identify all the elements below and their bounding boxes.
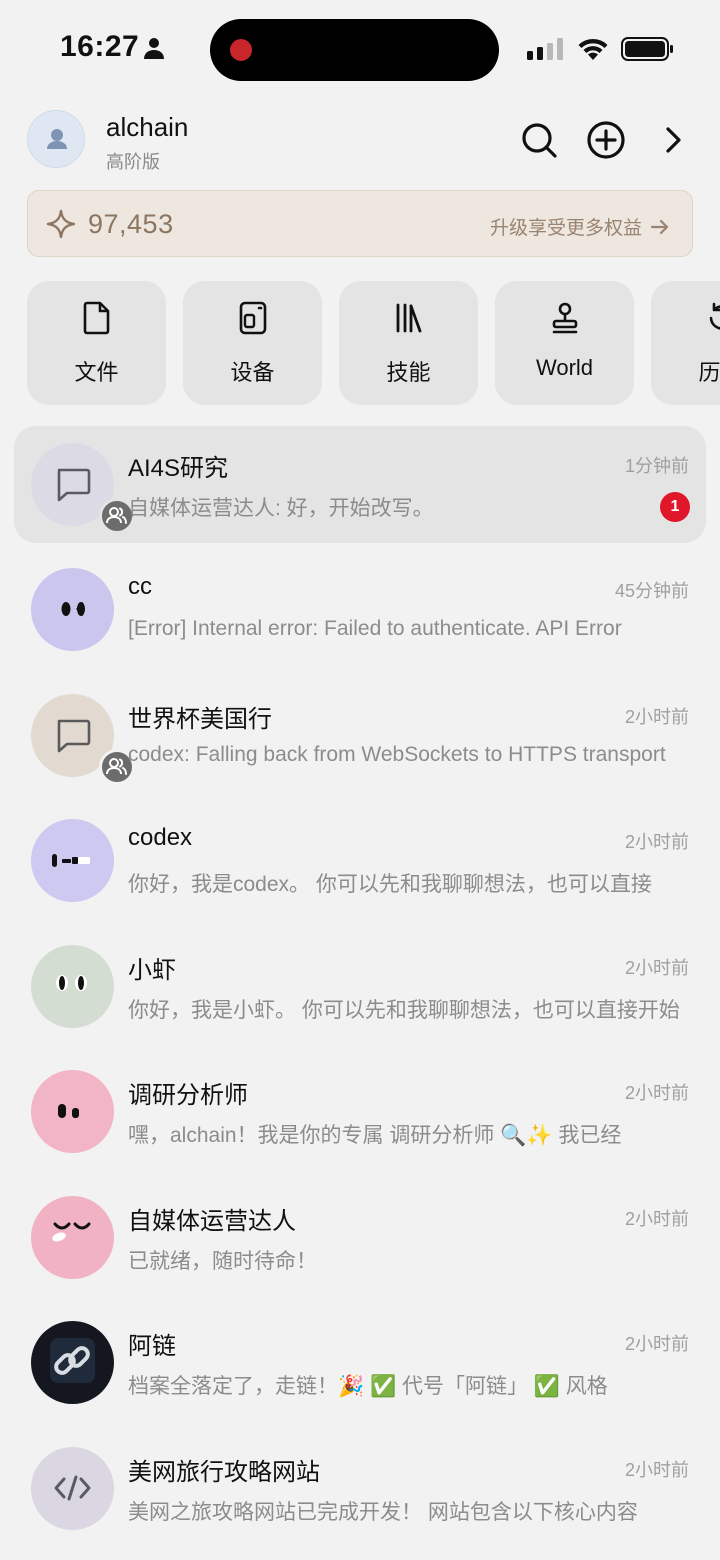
avatar — [31, 1070, 114, 1153]
chat-time: 2小时前 — [624, 1334, 689, 1354]
shortcut-world[interactable]: World — [495, 281, 634, 405]
chat-preview: [Error] Internal error: Failed to authen… — [128, 617, 622, 640]
chat-name: AI4S研究 — [128, 455, 229, 482]
chat-time: 2小时前 — [624, 1209, 689, 1229]
chat-item-codex[interactable]: codex 2小时前 你好，我是codex。 你可以先和我聊聊想法，也可以直接 — [14, 802, 706, 919]
file-icon — [83, 301, 110, 335]
chat-time: 2小时前 — [624, 1083, 689, 1103]
battery-icon — [621, 37, 673, 61]
chat-time: 2小时前 — [624, 958, 689, 978]
chat-item-media-expert[interactable]: 自媒体运营达人 2小时前 已就绪，随时待命！ — [14, 1179, 706, 1296]
status-bar: 16:27 — [0, 0, 720, 100]
shortcut-devices[interactable]: 设备 — [183, 281, 322, 405]
unread-badge: 1 — [660, 492, 690, 522]
chat-time: 2小时前 — [624, 707, 689, 727]
points-banner[interactable]: 97,453 升级享受更多权益 — [27, 190, 693, 257]
shortcut-label: 历史 — [698, 360, 720, 385]
chat-preview: 已就绪，随时待命！ — [128, 1250, 317, 1273]
chevron-right-icon[interactable] — [654, 120, 694, 160]
chat-name: cc — [128, 573, 152, 600]
chat-name: 世界杯美国行 — [128, 706, 272, 733]
avatar — [31, 1447, 114, 1530]
pink-smile-face-icon — [52, 1222, 91, 1242]
chat-item-cc[interactable]: cc 45分钟前 [Error] Internal error: Failed … — [14, 551, 706, 668]
history-icon — [709, 302, 720, 330]
avatar — [31, 945, 114, 1028]
chat-time: 45分钟前 — [614, 581, 689, 601]
chat-item-xiaoxia[interactable]: 小虾 2小时前 你好，我是小虾。 你可以先和我聊聊想法，也可以直接开始 — [14, 928, 706, 1045]
chat-preview: codex: Falling back from WebSockets to H… — [128, 743, 666, 766]
avatar — [31, 568, 114, 651]
plan-badge: 高阶版 — [106, 152, 160, 172]
avatar — [31, 1196, 114, 1279]
chat-preview: 档案全落定了，走链！🎉 ✅ 代号「阿链」 ✅ 风格 — [128, 1375, 608, 1398]
chat-bubble-icon — [57, 719, 91, 753]
chat-name: 美网旅行攻略网站 — [128, 1459, 320, 1486]
chat-bubble-icon — [57, 468, 91, 502]
person-icon — [144, 38, 164, 59]
chat-name: 自媒体运营达人 — [128, 1208, 296, 1235]
green-face-icon — [56, 975, 87, 991]
chat-item-travel-site[interactable]: 美网旅行攻略网站 2小时前 美网之旅攻略网站已完成开发！ 网站包含以下核心内容 — [14, 1430, 706, 1547]
app-header: alchain 高阶版 — [0, 100, 720, 180]
chain-link-icon — [50, 1338, 95, 1383]
shortcut-label: 设备 — [230, 360, 275, 385]
recording-indicator-icon — [230, 39, 252, 61]
dynamic-island — [210, 19, 499, 81]
add-circle-icon[interactable] — [586, 120, 626, 160]
cellular-signal-icon — [527, 38, 563, 60]
purple-face-icon — [61, 602, 85, 616]
chat-time: 2小时前 — [624, 832, 689, 852]
chat-preview: 你好，我是codex。 你可以先和我聊聊想法，也可以直接 — [128, 873, 652, 896]
chat-preview: 嘿，alchain！我是你的专属 调研分析师 🔍✨ 我已经 — [128, 1124, 622, 1147]
chat-item-worldcup[interactable]: 世界杯美国行 2小时前 codex: Falling back from Web… — [14, 677, 706, 794]
chat-time: 2小时前 — [624, 1460, 689, 1480]
sparkle-icon — [46, 209, 76, 239]
chat-item-ai4s[interactable]: AI4S研究 1分钟前 自媒体运营达人: 好，开始改写。 1 — [14, 426, 706, 543]
code-icon — [54, 1475, 91, 1501]
shortcut-files[interactable]: 文件 — [27, 281, 166, 405]
chat-item-alian[interactable]: 阿链 2小时前 档案全落定了，走链！🎉 ✅ 代号「阿链」 ✅ 风格 — [14, 1304, 706, 1421]
chat-item-research-analyst[interactable]: 调研分析师 2小时前 嘿，alchain！我是你的专属 调研分析师 🔍✨ 我已经 — [14, 1053, 706, 1170]
stamp-icon — [552, 302, 578, 334]
avatar — [31, 443, 135, 534]
avatar — [31, 694, 135, 785]
upgrade-link[interactable]: 升级享受更多权益 — [490, 213, 670, 240]
device-icon — [239, 301, 267, 335]
shortcut-row[interactable]: 文件 设备 技能 World 历史 — [27, 281, 720, 405]
status-time: 16:27 — [60, 30, 140, 63]
shortcut-label: 文件 — [74, 360, 119, 385]
chat-preview: 自媒体运营达人: 好，开始改写。 — [128, 497, 434, 520]
chat-time: 1分钟前 — [624, 456, 689, 476]
shortcut-history[interactable]: 历史 — [651, 281, 720, 405]
avatar — [31, 819, 114, 902]
user-avatar[interactable] — [27, 110, 85, 168]
wifi-icon — [578, 38, 608, 60]
chat-preview: 美网之旅攻略网站已完成开发！ 网站包含以下核心内容 — [128, 1501, 638, 1524]
shortcut-label: World — [535, 355, 594, 380]
shortcut-label: 技能 — [386, 360, 431, 385]
shortcut-skills[interactable]: 技能 — [339, 281, 478, 405]
username[interactable]: alchain — [106, 112, 188, 143]
chat-preview: 你好，我是小虾。 你可以先和我聊聊想法，也可以直接开始 — [128, 999, 680, 1022]
search-icon[interactable] — [519, 120, 559, 160]
chat-name: 阿链 — [128, 1333, 176, 1360]
upgrade-label: 升级享受更多权益 — [489, 218, 642, 239]
chat-name: codex — [128, 824, 193, 851]
chat-name: 调研分析师 — [128, 1082, 248, 1109]
arrow-right-icon — [650, 219, 669, 234]
pink-face-icon — [58, 1104, 79, 1118]
points-value: 97,453 — [88, 209, 174, 239]
chat-name: 小虾 — [128, 957, 176, 984]
avatar — [31, 1321, 114, 1404]
library-icon — [396, 303, 422, 333]
lavender-face-icon — [52, 854, 90, 867]
user-avatar-icon — [47, 129, 67, 149]
